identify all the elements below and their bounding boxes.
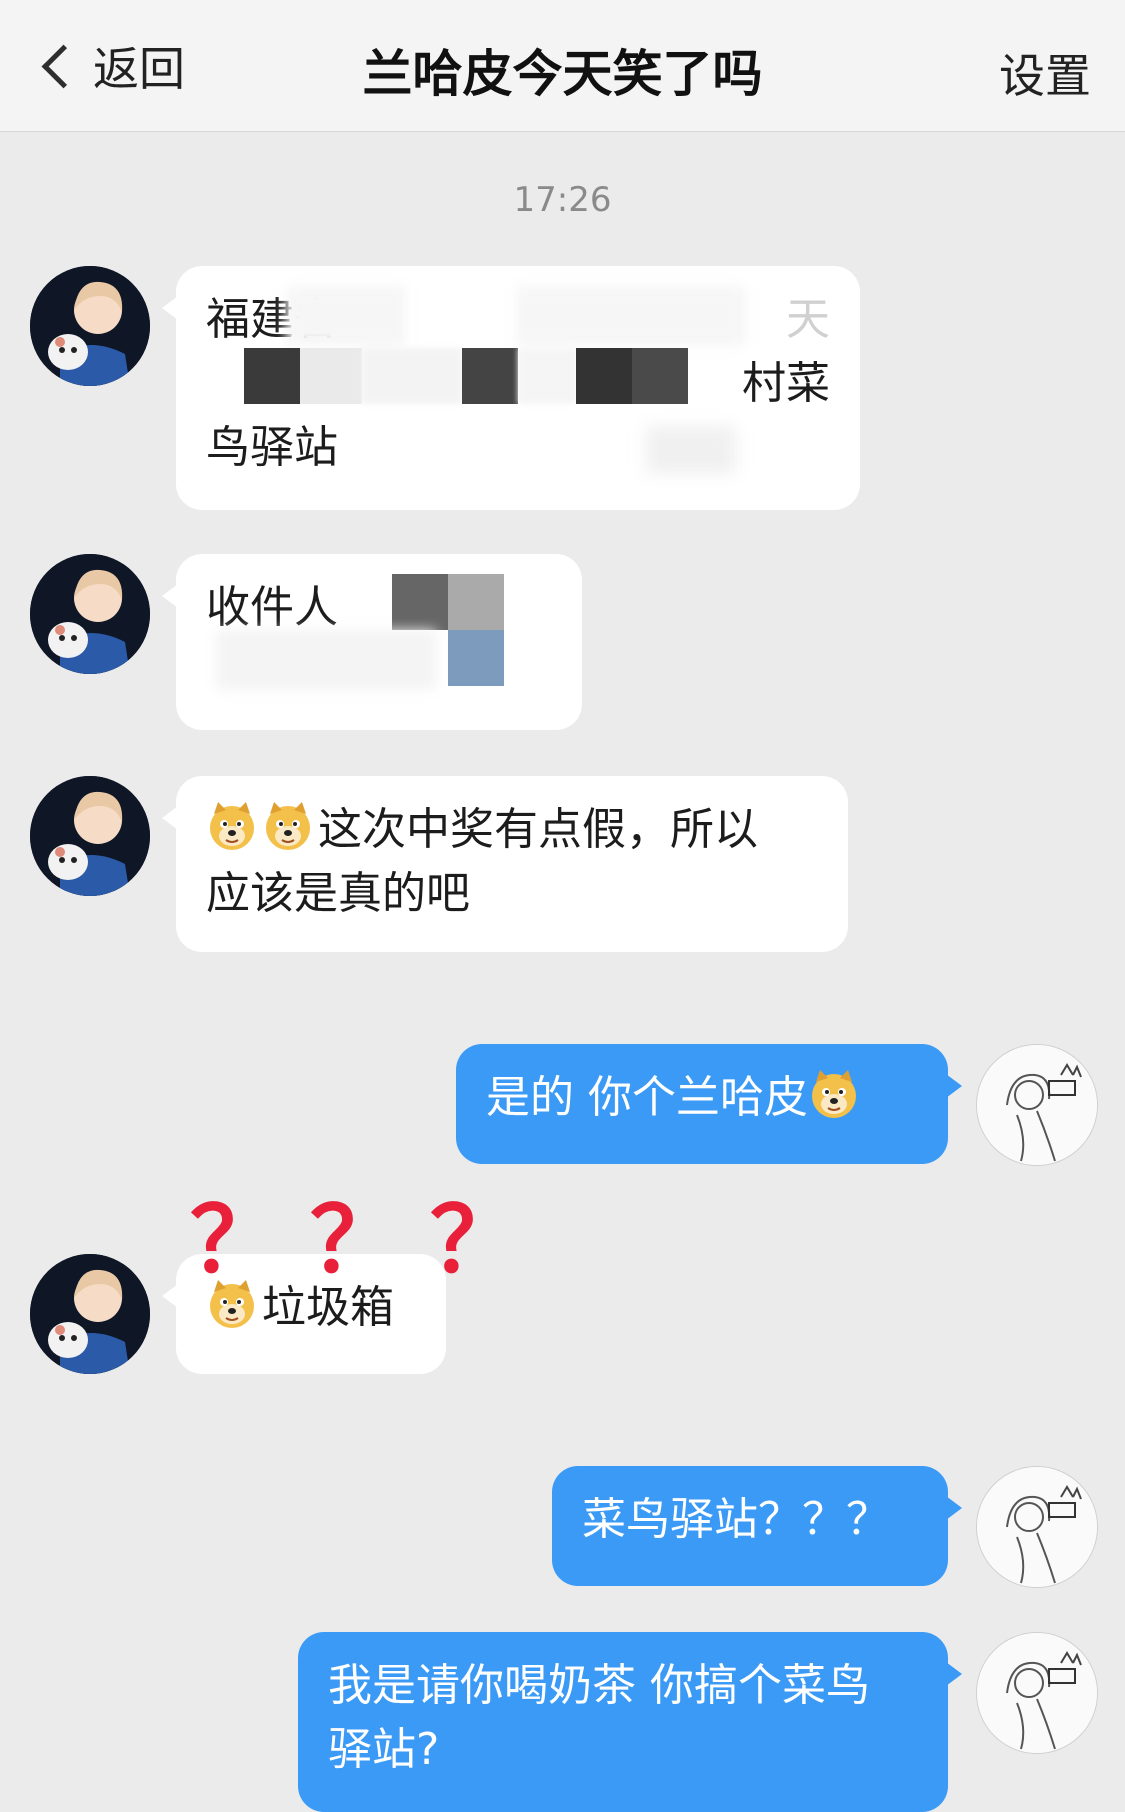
message-text: 这次中奖有点假，所以 xyxy=(206,798,818,862)
mosaic-redaction xyxy=(576,348,632,404)
message-text: 我是请你喝奶茶 你搞个菜鸟 xyxy=(328,1660,870,1711)
message-text-fragment: 天 xyxy=(786,294,830,345)
message-text-fragment: 村菜 xyxy=(742,358,830,409)
my-avatar[interactable] xyxy=(976,1466,1098,1588)
contact-avatar[interactable] xyxy=(30,776,150,896)
settings-button[interactable]: 设置 xyxy=(999,40,1091,106)
mosaic-redaction xyxy=(392,574,448,630)
contact-avatar[interactable] xyxy=(30,1254,150,1374)
doge-emoji-icon xyxy=(209,801,255,851)
mosaic-redaction xyxy=(632,348,688,404)
blur-redaction xyxy=(516,286,746,346)
mosaic-redaction xyxy=(448,630,504,686)
mosaic-redaction xyxy=(244,348,300,404)
contact-avatar[interactable] xyxy=(30,266,150,386)
mosaic-redaction xyxy=(462,348,518,404)
blur-redaction xyxy=(646,426,736,474)
my-avatar[interactable] xyxy=(976,1632,1098,1754)
my-avatar[interactable] xyxy=(976,1044,1098,1166)
blur-redaction xyxy=(362,348,462,404)
timestamp: 17:26 xyxy=(513,180,612,220)
message-bubble-prize[interactable]: 这次中奖有点假，所以 应该是真的吧 xyxy=(162,776,848,952)
mosaic-redaction xyxy=(300,348,362,404)
message-text: 鸟驿站 xyxy=(206,422,338,473)
blur-redaction xyxy=(216,630,436,690)
mosaic-redaction xyxy=(448,574,504,630)
message-text: 是的 你个兰哈皮 xyxy=(486,1066,918,1130)
contact-avatar[interactable] xyxy=(30,554,150,674)
message-bubble-address[interactable]: 福建省 天 村菜 鸟驿站 xyxy=(162,266,860,510)
chat-title: 兰哈皮今天笑了吗 xyxy=(362,45,763,103)
blur-redaction xyxy=(286,286,406,346)
doge-emoji-icon xyxy=(265,801,311,851)
message-text: 菜鸟驿站？？？ xyxy=(582,1494,890,1545)
doge-emoji-icon xyxy=(811,1069,857,1119)
blur-redaction xyxy=(518,348,576,404)
message-bubble-reply[interactable]: 是的 你个兰哈皮 xyxy=(456,1044,962,1164)
message-bubble-recipient[interactable]: 收件人 xyxy=(162,554,582,730)
question-marks-sticker: ？？？ xyxy=(190,1188,550,1293)
message-bubble-milktea[interactable]: 我是请你喝奶茶 你搞个菜鸟 驿站? xyxy=(298,1632,962,1812)
message-bubble-cainiao[interactable]: 菜鸟驿站？？？ xyxy=(552,1466,962,1586)
message-text: 驿站? xyxy=(328,1724,440,1775)
message-text: 应该是真的吧 xyxy=(206,868,470,919)
nav-bar: 返回 兰哈皮今天笑了吗 设置 xyxy=(0,0,1125,132)
